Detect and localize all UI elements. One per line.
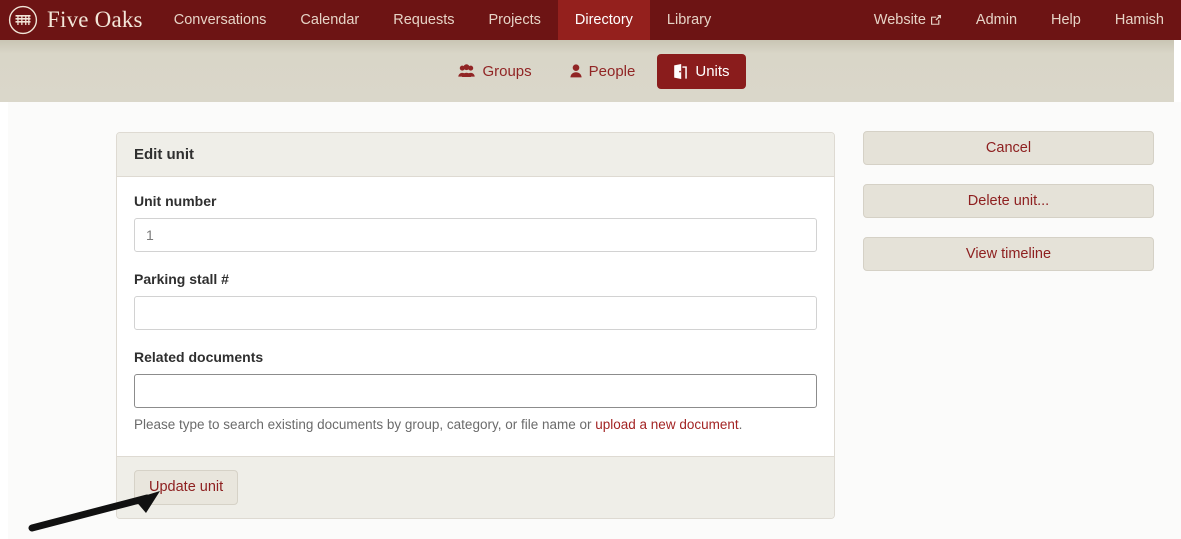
nav-item-requests[interactable]: Requests <box>376 0 471 40</box>
nav-item-help[interactable]: Help <box>1034 0 1098 40</box>
left-gutter <box>0 102 8 539</box>
nav-item-library[interactable]: Library <box>650 0 728 40</box>
edit-unit-card: Edit unit Unit number Parking stall # Re… <box>116 132 835 519</box>
card-header: Edit unit <box>117 133 834 177</box>
view-timeline-button[interactable]: View timeline <box>863 237 1154 271</box>
nav-item-conversations[interactable]: Conversations <box>157 0 284 40</box>
cancel-button[interactable]: Cancel <box>863 131 1154 165</box>
brand-name: Five Oaks <box>47 7 143 32</box>
field-parking-stall: Parking stall # <box>134 271 817 330</box>
building-circle-icon <box>8 5 38 35</box>
tab-groups-label: Groups <box>482 62 532 80</box>
upload-new-document-link[interactable]: upload a new document <box>595 417 738 432</box>
external-link-icon <box>930 15 941 25</box>
side-actions: Cancel Delete unit... View timeline <box>863 131 1154 290</box>
related-documents-input[interactable] <box>134 374 817 408</box>
tab-units[interactable]: Units <box>657 53 746 89</box>
nav-item-directory[interactable]: Directory <box>557 0 650 40</box>
update-unit-button[interactable]: Update unit <box>134 469 239 505</box>
brand[interactable]: Five Oaks <box>0 0 157 40</box>
users-group-icon <box>458 64 476 77</box>
card-footer: Update unit <box>117 455 834 518</box>
help-text-after: . <box>738 417 743 432</box>
page-content: Edit unit Unit number Parking stall # Re… <box>0 102 1181 539</box>
door-open-icon <box>674 63 688 79</box>
help-text-before: Please type to search existing documents… <box>134 417 596 432</box>
label-unit-number: Unit number <box>134 193 217 209</box>
field-unit-number: Unit number <box>134 193 817 252</box>
nav-item-calendar[interactable]: Calendar <box>283 0 376 40</box>
subnav-right-gap <box>1174 40 1181 102</box>
delete-unit-button[interactable]: Delete unit... <box>863 184 1154 218</box>
nav-item-user-menu[interactable]: Hamish <box>1098 0 1181 40</box>
nav-item-admin[interactable]: Admin <box>959 0 1034 40</box>
label-parking-stall: Parking stall # <box>134 271 229 287</box>
tab-units-label: Units <box>695 62 730 80</box>
user-icon <box>570 64 582 78</box>
card-body: Unit number Parking stall # Related docu… <box>117 177 834 456</box>
nav-item-website[interactable]: Website <box>857 0 959 40</box>
primary-nav: Conversations Calendar Requests Projects… <box>157 0 729 40</box>
nav-item-projects[interactable]: Projects <box>472 0 558 40</box>
tab-people-label: People <box>588 62 636 80</box>
directory-sub-navigation: Groups People Units <box>0 40 1174 102</box>
secondary-nav: Website Admin Help Hamish <box>857 0 1181 40</box>
related-documents-help: Please type to search existing documents… <box>134 416 817 434</box>
nav-item-website-label: Website <box>873 12 926 28</box>
tab-groups[interactable]: Groups <box>442 54 547 89</box>
label-related-documents: Related documents <box>134 349 264 365</box>
parking-stall-input[interactable] <box>134 296 817 330</box>
field-related-documents: Related documents Please type to search … <box>134 349 817 434</box>
top-navigation-bar: Five Oaks Conversations Calendar Request… <box>0 0 1181 40</box>
unit-number-input[interactable] <box>134 218 817 252</box>
page-title: Edit unit <box>134 146 194 163</box>
tab-people[interactable]: People <box>554 54 652 89</box>
